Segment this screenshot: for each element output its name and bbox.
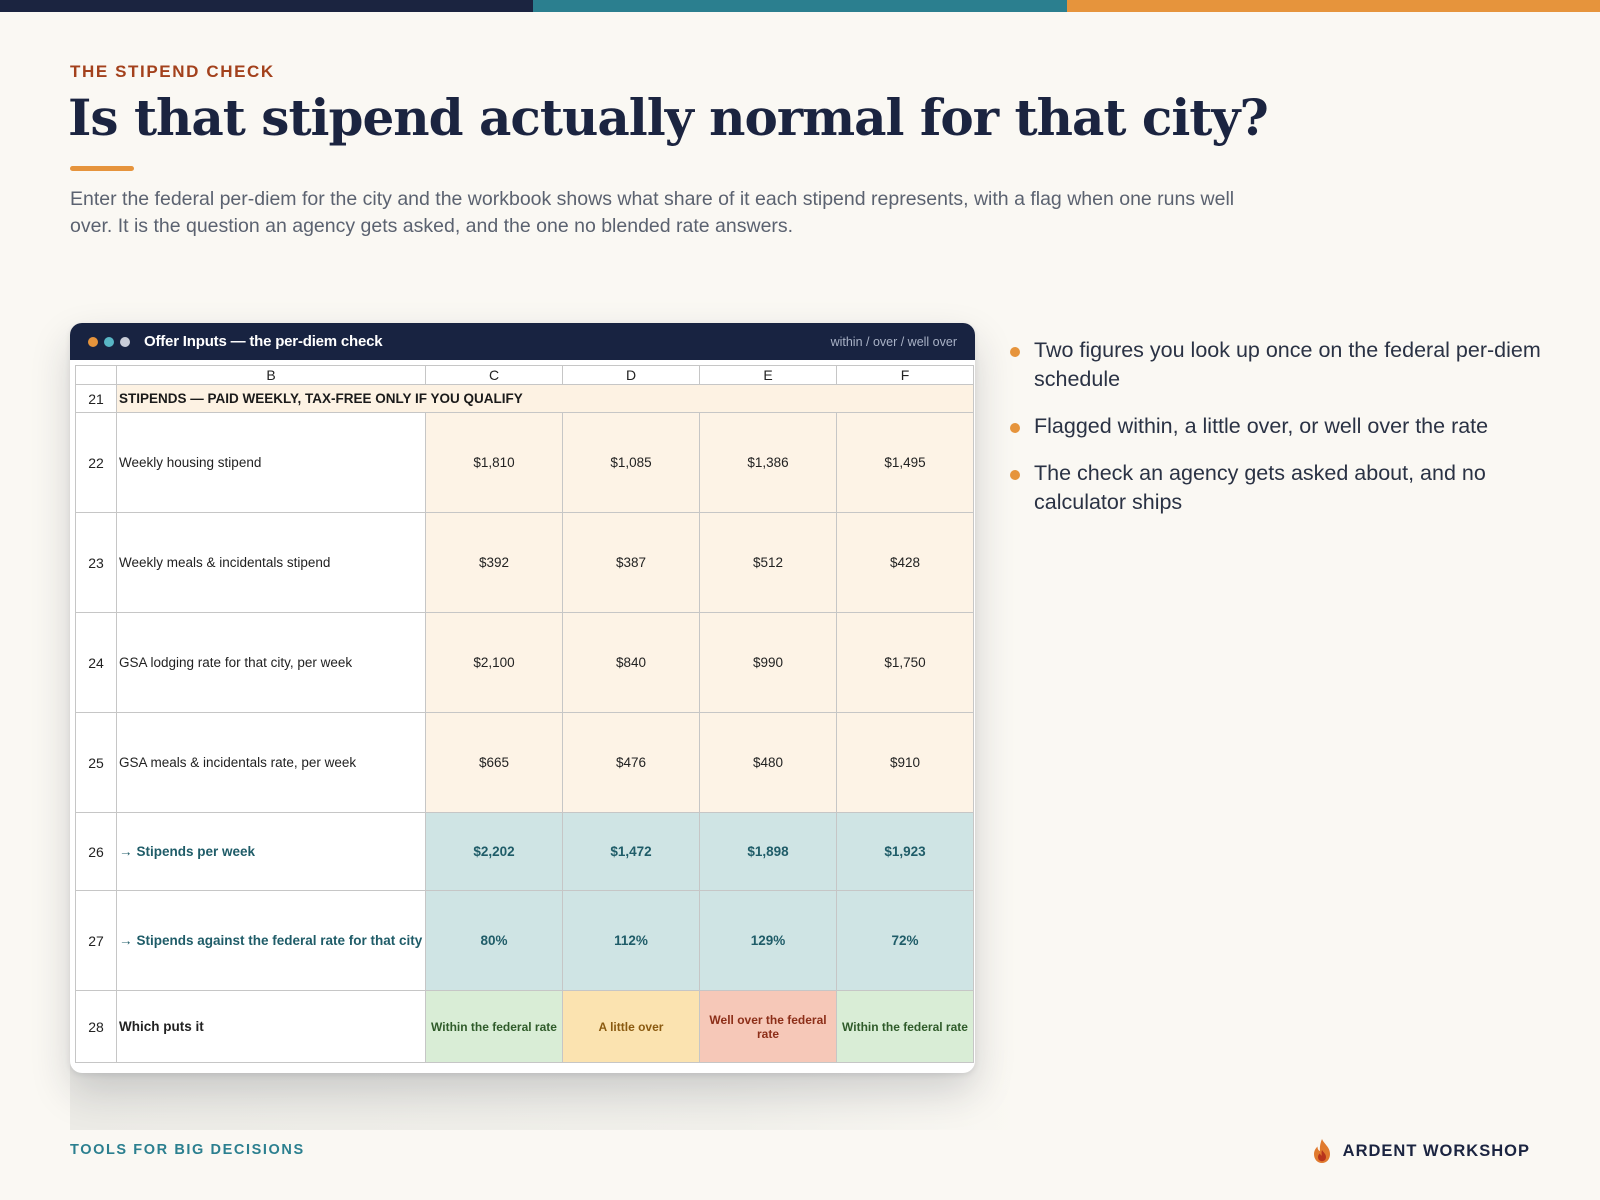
close-dot[interactable] — [88, 336, 98, 347]
input-cell[interactable]: $392 — [425, 512, 563, 613]
table-row: 28 Which puts it Within the federal rate… — [75, 990, 974, 1063]
bullet-item: Two figures you look up once on the fede… — [1008, 336, 1548, 394]
top-accent-bar — [0, 0, 1600, 12]
bullet-item: Flagged within, a little over, or well o… — [1008, 412, 1548, 441]
column-header-b[interactable]: B — [116, 365, 426, 385]
column-header-c[interactable]: C — [425, 365, 563, 385]
accent-navy — [0, 0, 534, 12]
eyebrow: THE STIPEND CHECK — [70, 62, 275, 81]
window-controls — [88, 336, 130, 347]
spreadsheet-window: Offer Inputs — the per-diem check within… — [70, 323, 975, 1073]
row-label-text: Stipends against the federal rate for th… — [136, 933, 423, 948]
input-cell[interactable]: $512 — [699, 512, 837, 613]
footer-brand: ARDENT WORKSHOP — [1311, 1138, 1530, 1164]
calculated-cell[interactable]: $1,898 — [699, 812, 837, 891]
row-label-cell[interactable]: Weekly meals & incidentals stipend — [116, 512, 426, 613]
input-cell[interactable]: $665 — [425, 712, 563, 813]
calculated-cell[interactable]: 72% — [836, 890, 974, 991]
row-number[interactable]: 25 — [75, 712, 117, 813]
row-label-cell[interactable]: → Stipends against the federal rate for t… — [116, 890, 426, 991]
column-header-f[interactable]: F — [836, 365, 974, 385]
arrow-right-icon: → — [119, 844, 133, 859]
window-titlebar: Offer Inputs — the per-diem check within… — [70, 323, 975, 360]
bullet-text: Flagged within, a little over, or well o… — [1034, 414, 1489, 438]
calculated-cell[interactable]: $2,202 — [425, 812, 563, 891]
bullet-text: Two figures you look up once on the fede… — [1034, 338, 1541, 391]
accent-orange — [1066, 0, 1600, 12]
input-cell[interactable]: $476 — [562, 712, 700, 813]
spreadsheet-grid: B C D E F 21 STIPENDS — PAID WEEKLY, TAX… — [75, 365, 974, 1063]
column-header-d[interactable]: D — [562, 365, 700, 385]
status-flag-cell[interactable]: Within the federal rate — [425, 990, 563, 1063]
feature-bullet-list: Two figures you look up once on the fede… — [1008, 336, 1548, 535]
minimize-dot[interactable] — [104, 336, 114, 347]
row-number[interactable]: 23 — [75, 512, 117, 613]
bullet-dot-icon — [1010, 347, 1020, 357]
table-row: 24 GSA lodging rate for that city, per w… — [75, 612, 974, 713]
brand-name: ARDENT WORKSHOP — [1342, 1141, 1530, 1160]
column-header-e[interactable]: E — [699, 365, 837, 385]
row-number[interactable]: 27 — [75, 890, 117, 991]
corner-cell[interactable] — [75, 365, 117, 385]
calculated-cell[interactable]: 80% — [425, 890, 563, 991]
row-label-cell[interactable]: Weekly housing stipend — [116, 412, 426, 513]
section-row: 21 STIPENDS — PAID WEEKLY, TAX-FREE ONLY… — [75, 384, 974, 413]
row-label-cell[interactable]: → Stipends per week — [116, 812, 426, 891]
row-label-cell[interactable]: Which puts it — [116, 990, 426, 1063]
window-legend: within / over / well over — [830, 334, 957, 349]
title-underline — [70, 166, 134, 171]
row-label-text: Stipends per week — [136, 844, 256, 859]
column-header-row: B C D E F — [75, 365, 974, 385]
input-cell[interactable]: $840 — [562, 612, 700, 713]
input-cell[interactable]: $990 — [699, 612, 837, 713]
section-header-cell[interactable]: STIPENDS — PAID WEEKLY, TAX-FREE ONLY IF… — [116, 384, 974, 413]
input-cell[interactable]: $1,386 — [699, 412, 837, 513]
row-number[interactable]: 22 — [75, 412, 117, 513]
footer-tagline: TOOLS FOR BIG DECISIONS — [70, 1142, 305, 1158]
calculated-cell[interactable]: 129% — [699, 890, 837, 991]
input-cell[interactable]: $428 — [836, 512, 974, 613]
row-label-cell[interactable]: GSA meals & incidentals rate, per week — [116, 712, 426, 813]
input-cell[interactable]: $1,085 — [562, 412, 700, 513]
table-row: 22 Weekly housing stipend $1,810 $1,085 … — [75, 412, 974, 513]
input-cell[interactable]: $910 — [836, 712, 974, 813]
table-row: 25 GSA meals & incidentals rate, per wee… — [75, 712, 974, 813]
table-row: 27 → Stipends against the federal rate fo… — [75, 890, 974, 991]
row-number[interactable]: 24 — [75, 612, 117, 713]
accent-teal — [533, 0, 1067, 12]
calculated-cell[interactable]: 112% — [562, 890, 700, 991]
window-title: Offer Inputs — the per-diem check — [144, 333, 383, 350]
input-cell[interactable]: $480 — [699, 712, 837, 813]
maximize-dot[interactable] — [120, 336, 130, 347]
bullet-item: The check an agency gets asked about, an… — [1008, 459, 1548, 517]
table-row: 26 → Stipends per week $2,202 $1,472 $1,8… — [75, 812, 974, 891]
bullet-dot-icon — [1010, 423, 1020, 433]
input-cell[interactable]: $387 — [562, 512, 700, 613]
status-flag-cell[interactable]: Within the federal rate — [836, 990, 974, 1063]
row-label-cell[interactable]: GSA lodging rate for that city, per week — [116, 612, 426, 713]
calculated-cell[interactable]: $1,923 — [836, 812, 974, 891]
page-title: Is that stipend actually normal for that… — [68, 88, 1269, 147]
input-cell[interactable]: $1,810 — [425, 412, 563, 513]
table-row: 23 Weekly meals & incidentals stipend $3… — [75, 512, 974, 613]
arrow-right-icon: → — [119, 933, 133, 948]
row-number[interactable]: 21 — [75, 384, 117, 413]
page-subtitle: Enter the federal per-diem for the city … — [70, 188, 1235, 237]
calculated-cell[interactable]: $1,472 — [562, 812, 700, 891]
input-cell[interactable]: $1,495 — [836, 412, 974, 513]
input-cell[interactable]: $1,750 — [836, 612, 974, 713]
row-number[interactable]: 26 — [75, 812, 117, 891]
bullet-text: The check an agency gets asked about, an… — [1034, 461, 1486, 514]
input-cell[interactable]: $2,100 — [425, 612, 563, 713]
bullet-dot-icon — [1010, 470, 1020, 480]
status-flag-cell[interactable]: A little over — [562, 990, 700, 1063]
row-number[interactable]: 28 — [75, 990, 117, 1063]
flame-logo-icon — [1313, 1139, 1330, 1163]
status-flag-cell[interactable]: Well over the federal rate — [699, 990, 837, 1063]
